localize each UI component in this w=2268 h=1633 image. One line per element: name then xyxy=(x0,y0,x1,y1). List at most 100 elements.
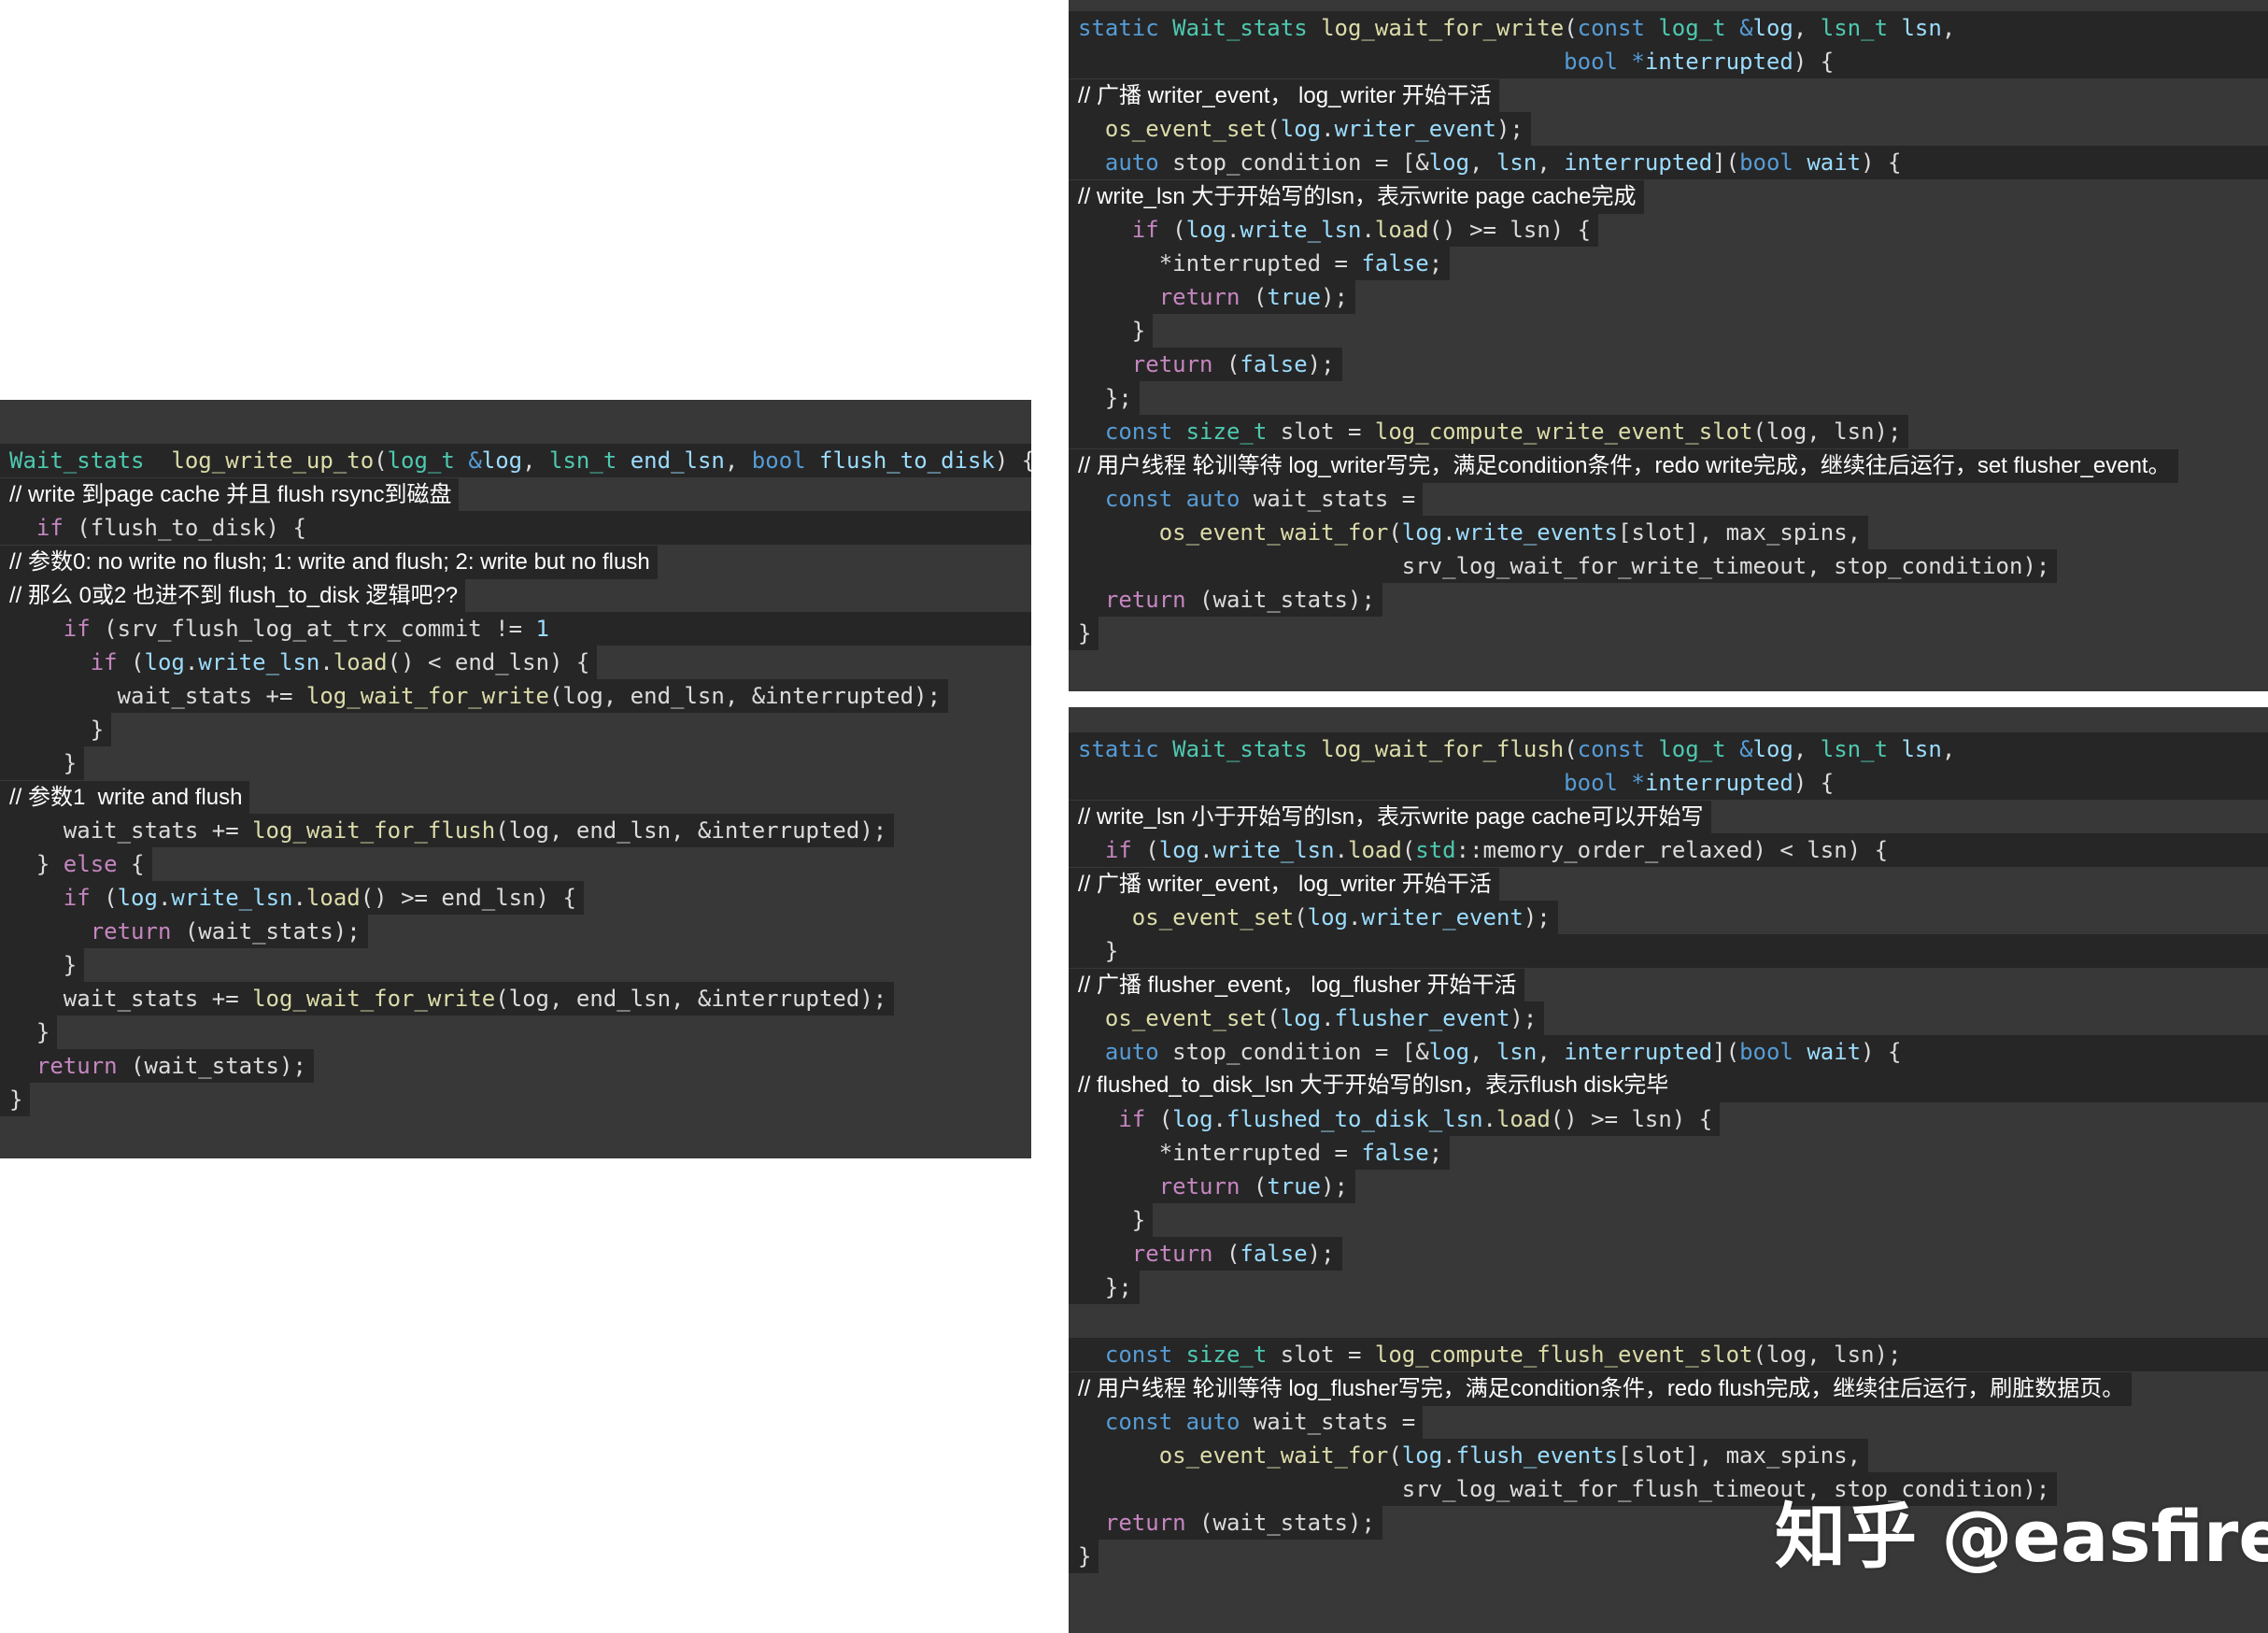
code-line-text: wait_stats += log_wait_for_write(log, en… xyxy=(0,679,949,713)
code-token: log xyxy=(1172,1106,1213,1132)
code-token: bool xyxy=(1739,149,1793,176)
code-token: log xyxy=(1158,837,1200,863)
code-line: bool *interrupted) { xyxy=(1069,766,2268,800)
code-token: return xyxy=(1104,587,1186,613)
code-token: os_event_set xyxy=(1131,904,1295,930)
code-line-text: return (wait_stats); xyxy=(0,1049,314,1083)
code-panel-log-write-up-to: Wait_stats log_write_up_to(log_t &log, l… xyxy=(0,400,1031,1158)
code-token: slot = xyxy=(1267,1342,1375,1368)
code-token: write_lsn xyxy=(171,885,293,911)
code-line-text: return (true); xyxy=(1069,280,1356,314)
code-line-text: const auto wait_stats = xyxy=(1069,482,1424,516)
code-token: if xyxy=(1131,217,1159,243)
code-token: return xyxy=(35,1053,118,1079)
code-line: return (wait_stats); xyxy=(0,1049,1031,1083)
code-token: } xyxy=(9,952,78,978)
code-token: load xyxy=(305,885,361,911)
code-line-text: // 那么 0或2 也进不到 flush_to_disk 逻辑吧?? xyxy=(0,579,466,613)
code-token: ( xyxy=(1564,15,1578,41)
code-line-text: bool *interrupted) { xyxy=(1069,766,2268,800)
code-token: ( xyxy=(1401,837,1416,863)
code-token: auto xyxy=(1104,1039,1159,1065)
code-line: return (true); xyxy=(1069,280,2268,314)
code-token: log xyxy=(1280,116,1322,142)
code-line-text: if (log.write_lsn.load() >= lsn) { xyxy=(1069,213,1599,247)
code-line: return (false); xyxy=(1069,348,2268,381)
code-line: auto stop_condition = [&log, lsn, interr… xyxy=(1069,1035,2268,1069)
code-token: log xyxy=(1401,1442,1443,1469)
code-line-text: // write 到page cache 并且 flush rsync到磁盘 xyxy=(0,478,460,512)
code-token: os_event_set xyxy=(1104,116,1268,142)
code-token: wait xyxy=(1807,1039,1862,1065)
code-line: if (srv_flush_log_at_trx_commit != 1 xyxy=(0,612,1031,646)
code-token: log_wait_for_flush xyxy=(252,817,496,844)
code-token: flushed_to_disk_lsn xyxy=(1226,1106,1483,1132)
code-token: . xyxy=(1442,1442,1456,1469)
code-line: auto stop_condition = [&log, lsn, interr… xyxy=(1069,146,2268,179)
code-token: size_t xyxy=(1185,1342,1268,1368)
code-line: } xyxy=(1069,934,2268,968)
code-line: wait_stats += log_wait_for_write(log, en… xyxy=(0,679,1031,713)
code-line-text: } xyxy=(0,948,85,982)
code-line-text: os_event_wait_for(log.write_events[slot]… xyxy=(1069,516,1869,549)
code-token: ( xyxy=(1240,1173,1268,1200)
code-token: log_compute_write_event_slot xyxy=(1374,419,1753,445)
code-token: } xyxy=(1078,1207,1146,1233)
code-token: ( xyxy=(1212,351,1240,377)
code-line-text: srv_log_wait_for_write_timeout, stop_con… xyxy=(1069,549,2058,583)
code-line-text: auto stop_condition = [&log, lsn, interr… xyxy=(1069,1035,2268,1069)
code-line-text: } xyxy=(0,1083,31,1116)
code-token: bool xyxy=(1564,770,1618,796)
code-token: return xyxy=(1158,284,1240,310)
code-line: os_event_set(log.flusher_event); xyxy=(1069,1001,2268,1035)
code-line-text: return (wait_stats); xyxy=(1069,1506,1382,1540)
code-line-text: return (true); xyxy=(1069,1170,1356,1203)
code-token: lsn_t xyxy=(1820,15,1889,41)
code-token: Wait_stats xyxy=(1172,736,1308,762)
code-line-text: bool *interrupted) { xyxy=(1069,45,2268,78)
code-line-text: if (log.write_lsn.load(std::memory_order… xyxy=(1069,833,2268,867)
code-line: Wait_stats log_write_up_to(log_t &log, l… xyxy=(0,444,1031,477)
code-token: if xyxy=(63,616,91,642)
code-line-text: // 用户线程 轮训等待 log_writer写完，满足condition条件，… xyxy=(1069,449,2178,483)
code-token: else xyxy=(63,851,118,877)
code-line: } xyxy=(0,746,1031,780)
code-token: () < end_lsn) { xyxy=(387,649,590,675)
code-line: } xyxy=(0,713,1031,746)
code-line: } xyxy=(1069,314,2268,348)
code-token: log xyxy=(1428,149,1470,176)
code-token: , xyxy=(1537,1039,1565,1065)
code-token: log xyxy=(1307,904,1348,930)
code-token: (log, lsn); xyxy=(1752,1342,1902,1368)
code-line: return (false); xyxy=(1069,1237,2268,1271)
code-token: log xyxy=(144,649,185,675)
code-token: false xyxy=(1361,1140,1429,1166)
code-line-text: } xyxy=(1069,1203,1154,1237)
code-line-text: const size_t slot = log_compute_write_ev… xyxy=(1069,415,1909,448)
code-token: , xyxy=(1537,149,1565,176)
code-token: 1 xyxy=(535,616,549,642)
code-token: bool xyxy=(751,447,806,474)
code-token: return xyxy=(1131,1241,1213,1267)
code-token: ( xyxy=(1267,116,1281,142)
code-token: false xyxy=(1240,1241,1308,1267)
